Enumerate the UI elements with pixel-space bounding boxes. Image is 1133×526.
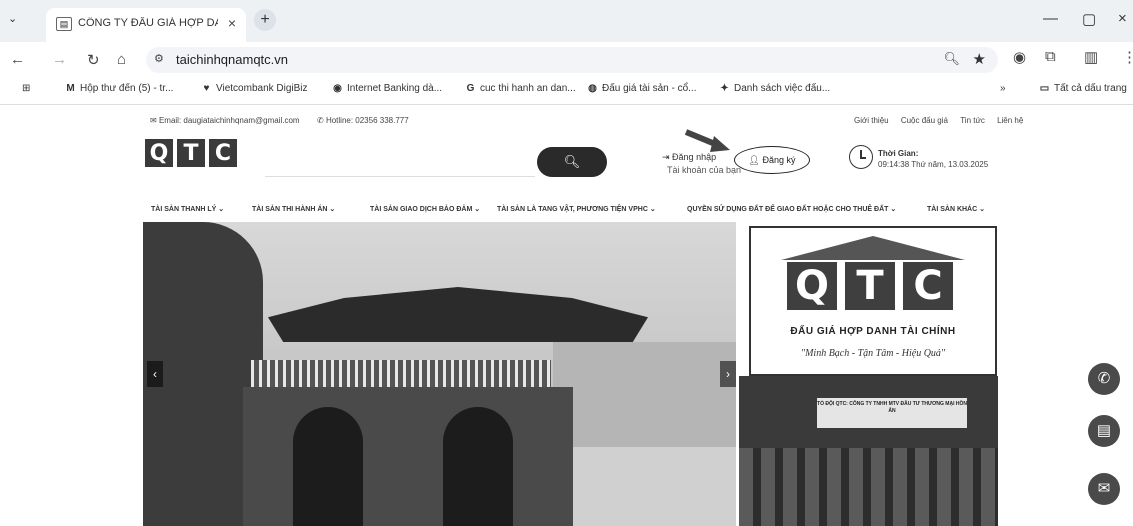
side-logo-letter: T <box>845 262 895 310</box>
register-link[interactable]: 👤︎ Đăng ký <box>734 146 810 174</box>
time-value: 09:14:38 Thứ năm, 13.03.2025 <box>878 160 989 169</box>
profile-icon[interactable]: ◉ <box>1013 48 1026 66</box>
browser-tab-bar: ⌄ ▤ CÔNG TY ĐẤU GIÁ HỢP DANH × + — ▢ × <box>0 0 1133 42</box>
url-text: taichinhqnamqtc.vn <box>176 52 289 67</box>
menu-tai-san-giao-dich-bao-dam[interactable]: TÀI SẢN GIAO DỊCH BẢO ĐẢM ⌄ <box>370 205 480 213</box>
time-label: Thời Gian: <box>878 149 919 158</box>
menu-icon[interactable]: ⋮ <box>1122 48 1133 66</box>
clock-icon <box>849 145 873 169</box>
menu-tai-san-thanh-ly[interactable]: TÀI SẢN THANH LÝ ⌄ <box>151 205 224 213</box>
reload-icon[interactable]: ↻ <box>87 51 100 69</box>
login-link[interactable]: ⇥ Đăng nhập <box>662 152 716 163</box>
more-bookmarks-icon[interactable]: » <box>1000 83 1006 94</box>
hero-slider-image: ‹ › <box>143 222 736 526</box>
top-links: Giới thiệu Cuộc đấu giá Tin tức Liên hệ <box>844 116 1023 125</box>
heart-icon: ♥ <box>203 83 210 94</box>
all-bookmarks[interactable]: ▭ Tất cả dấu trang <box>1038 83 1127 94</box>
back-icon[interactable]: ← <box>10 51 25 68</box>
site-search-input[interactable] <box>265 148 535 177</box>
bookmark-danh-sach[interactable]: ✦ Danh sách việc đấu... <box>718 83 830 94</box>
folder-icon: ▭ <box>1039 83 1050 94</box>
maximize-icon[interactable]: ▢ <box>1082 10 1096 28</box>
extensions-icon[interactable]: ⧉ <box>1045 48 1056 65</box>
slider-next-icon[interactable]: › <box>720 361 736 387</box>
bank-icon: ◉ <box>333 83 342 94</box>
bookmark-vietcombank[interactable]: ♥ Vietcombank DigiBiz <box>200 83 308 94</box>
site-logo[interactable]: Q T C <box>145 139 237 183</box>
menu-tang-vat-vphc[interactable]: TÀI SẢN LÀ TANG VẬT, PHƯƠNG TIỆN VPHC ⌄ <box>497 205 656 213</box>
forward-icon[interactable]: → <box>52 51 67 68</box>
link-cuoc-dau-gia[interactable]: Cuộc đấu giá <box>901 116 948 125</box>
logo-letter: Q <box>145 139 173 167</box>
messenger-icon[interactable]: ✉ <box>1088 473 1120 505</box>
url-field[interactable]: ⚙ taichinhqnamqtc.vn 🔍︎ ★ <box>146 47 998 73</box>
house-roof-shape <box>781 236 965 260</box>
side-logo-letter: C <box>903 262 953 310</box>
site-info-icon[interactable]: ⚙ <box>154 52 164 65</box>
menu-tai-san-thi-hanh-an[interactable]: TÀI SẢN THI HÀNH ÁN ⌄ <box>252 205 335 213</box>
close-window-icon[interactable]: × <box>1118 10 1127 27</box>
bookmark-dau-gia[interactable]: ◍ Đấu giá tài sản - cổ... <box>586 83 696 94</box>
google-icon: G <box>466 83 475 94</box>
contact-email: ✉ Email: daugiataichinhqnam@gmail.com <box>150 116 300 125</box>
bookmark-gmail[interactable]: M Hộp thư đến (5) - tr... <box>64 83 173 94</box>
site-favicon-icon: ▤ <box>56 17 72 31</box>
logo-letter: C <box>209 139 237 167</box>
side-logo-name: ĐẤU GIÁ HỢP DANH TÀI CHÍNH <box>790 326 956 337</box>
emblem-icon: ✦ <box>720 83 729 94</box>
zoom-icon[interactable]: 🔍︎ <box>943 51 960 67</box>
side-panel-icon[interactable]: ▥ <box>1084 48 1098 66</box>
bookmarks-bar: ⊞ M Hộp thư đến (5) - tr... ♥ Vietcombank … <box>0 78 1133 105</box>
tab-title: CÔNG TY ĐẤU GIÁ HỢP DANH <box>78 17 218 29</box>
new-tab-button[interactable]: + <box>254 9 276 31</box>
annotation-arrow-icon <box>684 129 730 152</box>
side-logo-motto: "Minh Bạch - Tận Tâm - Hiệu Quả" <box>800 348 946 359</box>
site-search-button[interactable]: 🔍︎ <box>537 147 607 177</box>
menu-tai-san-khac[interactable]: TÀI SẢN KHÁC ⌄ <box>927 205 985 213</box>
event-banner: TỔ ĐỘI QTC: CÔNG TY TNHH MTV ĐẦU TƯ THƯƠ… <box>817 398 967 428</box>
main-menu: TÀI SẢN THANH LÝ ⌄ TÀI SẢN THI HÀNH ÁN ⌄… <box>147 205 997 219</box>
home-icon[interactable]: ⌂ <box>117 51 126 68</box>
link-tin-tuc[interactable]: Tin tức <box>960 116 985 125</box>
contact-hotline: ✆ Hotline: 02356 338.777 <box>317 116 409 125</box>
account-label: Tài khoản của bạn <box>667 165 742 175</box>
bookmark-internet-banking[interactable]: ◉ Internet Banking dà... <box>331 83 442 94</box>
tab-close-icon[interactable]: × <box>228 15 236 31</box>
logo-letter: T <box>177 139 205 167</box>
phone-icon[interactable]: ✆ <box>1088 363 1120 395</box>
sidebar-logo-banner: Q T C ĐẤU GIÁ HỢP DANH TÀI CHÍNH "Minh B… <box>749 226 997 376</box>
chat-icon[interactable]: ▤ <box>1088 415 1120 447</box>
link-lien-he[interactable]: Liên hệ <box>997 116 1023 125</box>
tab-list-chevron-icon[interactable]: ⌄ <box>8 12 17 25</box>
side-logo-letter: Q <box>787 262 837 310</box>
slider-prev-icon[interactable]: ‹ <box>147 361 163 387</box>
event-photo: TỔ ĐỘI QTC: CÔNG TY TNHH MTV ĐẦU TƯ THƯƠ… <box>739 376 998 526</box>
gmail-icon: M <box>66 83 75 94</box>
browser-tab[interactable]: ▤ CÔNG TY ĐẤU GIÁ HỢP DANH × <box>46 8 246 42</box>
globe-icon: ◍ <box>588 83 597 94</box>
bookmark-cuc-thi-hanh-an[interactable]: Gcuc thi hanh an dan... <box>464 83 576 94</box>
apps-grid-icon[interactable]: ⊞ <box>22 83 30 94</box>
menu-quyen-su-dung-dat[interactable]: QUYỀN SỬ DỤNG ĐẤT ĐỂ GIAO ĐẤT HOẶC CHO T… <box>687 205 896 213</box>
bookmark-star-icon[interactable]: ★ <box>973 50 986 68</box>
address-bar-row: ← → ↻ ⌂ ⚙ taichinhqnamqtc.vn 🔍︎ ★ <box>0 42 1133 78</box>
link-gioi-thieu[interactable]: Giới thiệu <box>854 116 889 125</box>
minimize-icon[interactable]: — <box>1043 10 1058 27</box>
